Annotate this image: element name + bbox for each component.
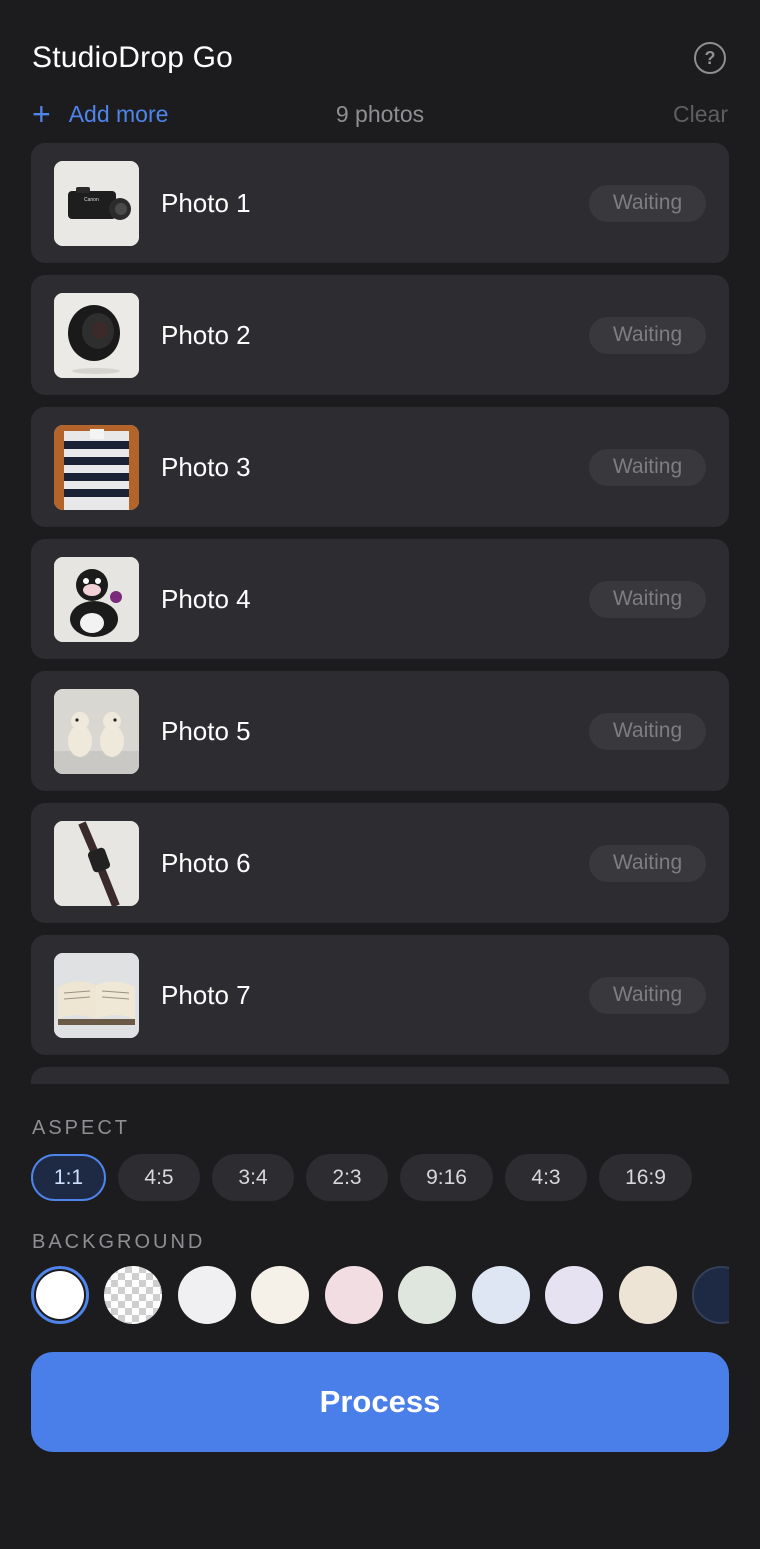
status-badge: Waiting — [589, 976, 706, 1014]
list-item[interactable]: Photo 4 Waiting — [31, 539, 729, 659]
photo-name: Photo 6 — [161, 847, 251, 878]
list-item[interactable]: Photo 3 Waiting — [31, 407, 729, 527]
list-item[interactable]: Photo 7 Waiting — [31, 935, 729, 1055]
background-section-label: BACKGROUND — [32, 1231, 206, 1253]
photo-thumbnail — [54, 424, 139, 510]
aspect-section-label: ASPECT — [32, 1117, 131, 1139]
aspect-option-2-3[interactable]: 2:3 — [306, 1154, 388, 1201]
aspect-option-4-5[interactable]: 4:5 — [118, 1154, 200, 1201]
swatch-transparent[interactable] — [104, 1266, 162, 1324]
app-title: StudioDrop Go — [32, 41, 234, 74]
list-item[interactable]: Canon Photo 1 Waiting — [31, 143, 729, 263]
add-more-label: Add more — [68, 100, 169, 127]
add-more-button[interactable]: + Add more — [32, 98, 168, 130]
photo-name: Photo 2 — [161, 319, 251, 350]
aspect-option-4-3[interactable]: 4:3 — [505, 1154, 587, 1201]
photo-name: Photo 5 — [161, 715, 251, 746]
photo-name: Photo 1 — [161, 187, 251, 218]
swatch-pink[interactable] — [325, 1266, 383, 1324]
list-item[interactable]: Photo 6 Waiting — [31, 803, 729, 923]
camera-thumbnail-icon: Canon — [54, 160, 139, 246]
background-swatches — [31, 1266, 729, 1326]
watch-thumbnail-icon — [54, 820, 139, 906]
photo-name: Photo 7 — [161, 979, 251, 1010]
plush-toy-thumbnail-icon — [54, 556, 139, 642]
swatch-beige[interactable] — [619, 1266, 677, 1324]
plus-icon: + — [32, 96, 51, 132]
ceramic-dogs-thumbnail-icon — [54, 688, 139, 774]
status-badge: Waiting — [589, 844, 706, 882]
clear-button[interactable]: Clear — [673, 101, 728, 128]
photo-name: Photo 3 — [161, 451, 251, 482]
photo-thumbnail — [54, 556, 139, 642]
status-badge: Waiting — [589, 712, 706, 750]
aspect-option-3-4[interactable]: 3:4 — [212, 1154, 294, 1201]
photo-thumbnail — [54, 688, 139, 774]
list-item[interactable]: Photo 5 Waiting — [31, 671, 729, 791]
aspect-option-1-1[interactable]: 1:1 — [31, 1154, 106, 1201]
svg-text:Canon: Canon — [84, 197, 99, 203]
aspect-options: 1:1 4:5 3:4 2:3 9:16 4:3 16:9 — [31, 1154, 692, 1201]
process-button[interactable]: Process — [31, 1352, 729, 1452]
swatch-light-blue[interactable] — [472, 1266, 530, 1324]
list-item[interactable] — [31, 1067, 729, 1084]
shirt-thumbnail-icon — [54, 424, 139, 510]
status-badge: Waiting — [589, 448, 706, 486]
swatch-sage[interactable] — [398, 1266, 456, 1324]
status-badge: Waiting — [589, 184, 706, 222]
status-badge: Waiting — [589, 316, 706, 354]
swatch-white[interactable] — [31, 1266, 89, 1324]
photo-thumbnail — [54, 292, 139, 378]
aspect-option-16-9[interactable]: 16:9 — [599, 1154, 692, 1201]
photo-list[interactable]: Canon Photo 1 Waiting Photo 2 Waiting Ph… — [31, 143, 729, 1084]
app-header: StudioDrop Go ? — [32, 36, 728, 80]
swatch-light-gray[interactable] — [178, 1266, 236, 1324]
photo-name: Photo 4 — [161, 583, 251, 614]
lens-thumbnail-icon — [54, 292, 139, 378]
swatch-navy[interactable] — [692, 1266, 729, 1324]
book-thumbnail-icon — [54, 952, 139, 1038]
photo-thumbnail: Canon — [54, 160, 139, 246]
list-item[interactable]: Photo 2 Waiting — [31, 275, 729, 395]
swatch-lavender[interactable] — [545, 1266, 603, 1324]
photo-thumbnail — [54, 952, 139, 1038]
list-toolbar: + Add more 9 photos Clear — [32, 96, 728, 132]
swatch-cream[interactable] — [251, 1266, 309, 1324]
status-badge: Waiting — [589, 580, 706, 618]
question-circle-icon[interactable]: ? — [694, 42, 726, 74]
photo-thumbnail — [54, 820, 139, 906]
aspect-option-9-16[interactable]: 9:16 — [400, 1154, 493, 1201]
